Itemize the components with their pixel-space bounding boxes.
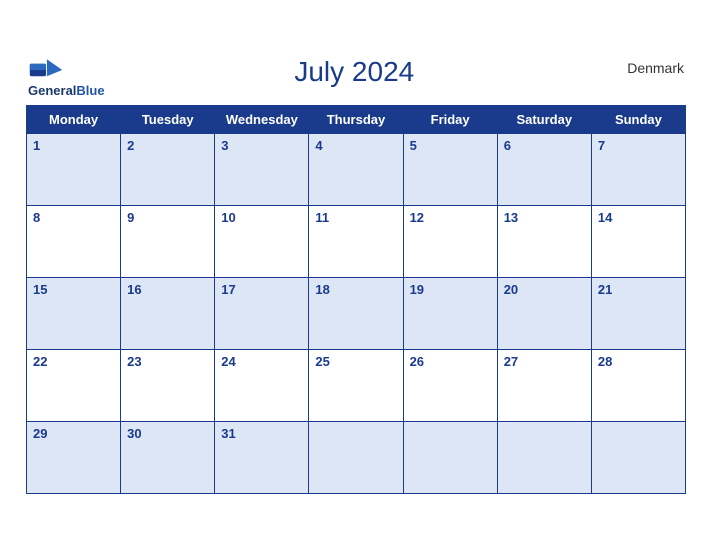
calendar-cell (403, 421, 497, 493)
calendar-cell: 14 (591, 205, 685, 277)
calendar-cell: 1 (27, 133, 121, 205)
day-number: 3 (221, 138, 228, 153)
country-label: Denmark (604, 56, 684, 76)
calendar-cell: 4 (309, 133, 403, 205)
calendar-cell: 13 (497, 205, 591, 277)
header-wednesday: Wednesday (215, 105, 309, 133)
calendar-cell: 15 (27, 277, 121, 349)
day-number: 18 (315, 282, 329, 297)
calendar-cell: 28 (591, 349, 685, 421)
calendar-table: Monday Tuesday Wednesday Thursday Friday… (26, 105, 686, 494)
calendar-cell: 30 (121, 421, 215, 493)
calendar-cell: 8 (27, 205, 121, 277)
logo-general: General (28, 84, 76, 98)
logo-blue: Blue (76, 84, 104, 98)
day-number: 23 (127, 354, 141, 369)
month-title: July 2024 (105, 56, 604, 88)
calendar-cell: 11 (309, 205, 403, 277)
calendar-cell: 12 (403, 205, 497, 277)
header-saturday: Saturday (497, 105, 591, 133)
calendar-cell: 26 (403, 349, 497, 421)
calendar-cell: 20 (497, 277, 591, 349)
day-number: 16 (127, 282, 141, 297)
calendar-header: General Blue July 2024 Denmark (26, 56, 686, 98)
calendar-week-row-1: 1 2 3 4 5 6 7 (27, 133, 686, 205)
day-number: 9 (127, 210, 134, 225)
calendar-cell: 3 (215, 133, 309, 205)
calendar-cell (497, 421, 591, 493)
day-number: 28 (598, 354, 612, 369)
calendar-cell: 22 (27, 349, 121, 421)
calendar-cell: 16 (121, 277, 215, 349)
calendar-cell (591, 421, 685, 493)
day-number: 2 (127, 138, 134, 153)
calendar-cell: 29 (27, 421, 121, 493)
day-number: 21 (598, 282, 612, 297)
calendar-week-row-4: 22 23 24 25 26 27 28 (27, 349, 686, 421)
calendar-cell: 10 (215, 205, 309, 277)
day-number: 5 (410, 138, 417, 153)
day-number: 6 (504, 138, 511, 153)
day-number: 4 (315, 138, 322, 153)
calendar-week-row-5: 29 30 31 (27, 421, 686, 493)
day-number: 1 (33, 138, 40, 153)
calendar-cell: 7 (591, 133, 685, 205)
calendar-cell: 19 (403, 277, 497, 349)
calendar-cell: 24 (215, 349, 309, 421)
header-tuesday: Tuesday (121, 105, 215, 133)
calendar-cell: 31 (215, 421, 309, 493)
calendar-week-row-2: 8 9 10 11 12 13 14 (27, 205, 686, 277)
weekday-header-row: Monday Tuesday Wednesday Thursday Friday… (27, 105, 686, 133)
day-number: 13 (504, 210, 518, 225)
day-number: 10 (221, 210, 235, 225)
calendar-cell: 17 (215, 277, 309, 349)
calendar-week-row-3: 15 16 17 18 19 20 21 (27, 277, 686, 349)
calendar-wrapper: General Blue July 2024 Denmark Monday Tu… (16, 46, 696, 503)
calendar-cell: 5 (403, 133, 497, 205)
calendar-cell: 6 (497, 133, 591, 205)
day-number: 12 (410, 210, 424, 225)
calendar-cell: 2 (121, 133, 215, 205)
header-monday: Monday (27, 105, 121, 133)
day-number: 7 (598, 138, 605, 153)
logo-area: General Blue (28, 56, 105, 98)
day-number: 24 (221, 354, 235, 369)
day-number: 14 (598, 210, 612, 225)
header-thursday: Thursday (309, 105, 403, 133)
day-number: 31 (221, 426, 235, 441)
header-friday: Friday (403, 105, 497, 133)
day-number: 27 (504, 354, 518, 369)
calendar-cell (309, 421, 403, 493)
calendar-cell: 23 (121, 349, 215, 421)
header-sunday: Sunday (591, 105, 685, 133)
day-number: 15 (33, 282, 47, 297)
calendar-cell: 9 (121, 205, 215, 277)
day-number: 22 (33, 354, 47, 369)
day-number: 30 (127, 426, 141, 441)
day-number: 8 (33, 210, 40, 225)
day-number: 20 (504, 282, 518, 297)
day-number: 29 (33, 426, 47, 441)
day-number: 11 (315, 210, 329, 225)
day-number: 26 (410, 354, 424, 369)
day-number: 19 (410, 282, 424, 297)
calendar-cell: 21 (591, 277, 685, 349)
calendar-cell: 25 (309, 349, 403, 421)
calendar-cell: 27 (497, 349, 591, 421)
calendar-cell: 18 (309, 277, 403, 349)
day-number: 17 (221, 282, 235, 297)
day-number: 25 (315, 354, 329, 369)
logo-icon (28, 56, 64, 84)
